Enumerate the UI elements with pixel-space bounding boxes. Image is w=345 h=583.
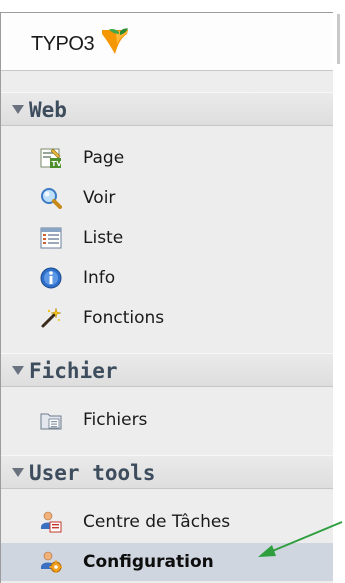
module-menu: TYPO3 Web TV Page Voir Liste Info Foncti… xyxy=(0,12,334,583)
group-label: Fichier xyxy=(29,359,118,383)
menu-item-label: Fichiers xyxy=(83,410,148,430)
menu-item-centre-de-taches[interactable]: Centre de Tâches xyxy=(1,503,334,541)
menu-item-page[interactable]: TV Page xyxy=(1,139,334,177)
filelist-icon xyxy=(40,413,62,430)
menu-item-voir[interactable]: Voir xyxy=(1,179,334,217)
list-icon xyxy=(40,227,62,249)
logo-bar[interactable]: TYPO3 xyxy=(1,13,334,71)
group-label: Web xyxy=(29,98,67,122)
svg-text:TV: TV xyxy=(52,160,63,168)
menu-item-label: Page xyxy=(83,148,125,168)
group-header-fichier[interactable]: Fichier xyxy=(1,353,334,387)
menu-item-info[interactable]: Info xyxy=(1,259,334,297)
collapse-triangle-icon xyxy=(12,366,24,375)
menu-item-label: Fonctions xyxy=(83,308,165,328)
menu-item-configuration[interactable]: Configuration xyxy=(1,543,334,581)
screenshot-frame: TYPO3 Web TV Page Voir Liste Info Foncti… xyxy=(0,0,345,583)
menu-item-fonctions[interactable]: Fonctions xyxy=(1,299,334,337)
collapse-triangle-icon xyxy=(12,105,24,114)
group-header-web[interactable]: Web xyxy=(1,92,334,126)
magnifier-icon xyxy=(41,188,62,209)
menu-item-label: Liste xyxy=(83,228,124,248)
group-label: User tools xyxy=(29,461,156,485)
menu-item-label: Info xyxy=(83,268,116,288)
group-header-user-tools[interactable]: User tools xyxy=(1,455,334,489)
page-tv-icon: TV xyxy=(40,148,63,168)
wand-icon xyxy=(41,307,62,328)
user-setup-icon xyxy=(41,551,62,573)
menu-item-label: Centre de Tâches xyxy=(83,512,231,532)
user-taskcenter-icon xyxy=(41,511,62,533)
content-edge xyxy=(333,0,345,583)
menu-item-liste[interactable]: Liste xyxy=(1,219,334,257)
menu-item-fichiers[interactable]: Fichiers xyxy=(1,401,334,439)
menu-item-label: Voir xyxy=(83,188,116,208)
info-icon xyxy=(40,267,62,289)
typo3-logo-text: TYPO3 xyxy=(31,33,95,55)
content-edge-mark xyxy=(337,14,340,64)
menu-item-label: Configuration xyxy=(83,552,214,572)
typo3-logo-icon xyxy=(102,28,128,54)
collapse-triangle-icon xyxy=(12,468,24,477)
